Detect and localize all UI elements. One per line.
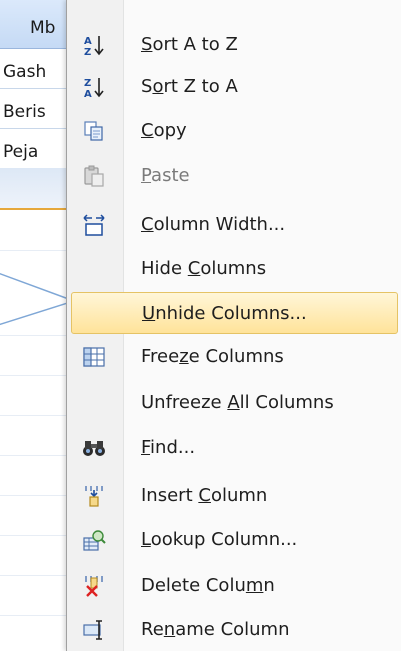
- grid-line: [0, 335, 75, 336]
- insert-column-icon: [82, 484, 106, 508]
- column-width-icon: [82, 213, 106, 237]
- menu-item-copy[interactable]: Copy: [71, 110, 398, 152]
- menu-item-label: Insert Column: [141, 485, 268, 506]
- delete-column-icon: [82, 574, 106, 598]
- menu-item-column-width[interactable]: Column Width...: [71, 204, 398, 246]
- paste-icon: [82, 164, 106, 188]
- menu-item-label: Rename Column: [141, 619, 290, 640]
- grid-line: [0, 495, 75, 496]
- menu-item-sort-a-to-z[interactable]: A Z Sort A to Z: [71, 24, 398, 66]
- menu-item-delete-column[interactable]: Delete Column: [71, 565, 398, 607]
- menu-item-sort-z-to-a[interactable]: Z A Sort Z to A: [71, 66, 398, 108]
- rename-column-icon: [82, 618, 106, 642]
- grid-line: [0, 615, 75, 616]
- sort-z-to-a-icon: Z A: [82, 75, 106, 100]
- menu-item-freeze-columns[interactable]: Freeze Columns: [71, 336, 398, 378]
- grid-line: [0, 415, 75, 416]
- menu-item-label: Freeze Columns: [141, 346, 284, 367]
- svg-text:A: A: [84, 89, 92, 99]
- menu-item-label: Hide Columns: [141, 258, 267, 279]
- menu-item-label: Lookup Column...: [141, 529, 298, 550]
- menu-item-label: Sort A to Z: [141, 34, 238, 55]
- grid-line: [0, 575, 75, 576]
- cell-text: Gash: [3, 62, 47, 82]
- freeze-columns-icon: [82, 345, 106, 369]
- svg-text:Z: Z: [84, 78, 91, 89]
- menu-item-label: Delete Column: [141, 575, 275, 596]
- menu-item-label: Column Width...: [141, 214, 286, 235]
- sort-a-to-z-icon: A Z: [82, 33, 106, 58]
- menu-item-unhide-columns[interactable]: Unhide Columns...: [71, 292, 398, 334]
- cell-text: Beris: [3, 102, 46, 122]
- menu-item-hide-columns[interactable]: Hide Columns: [71, 248, 398, 290]
- menu-item-label: Paste: [141, 165, 190, 186]
- column-header-label: Mb: [30, 18, 56, 38]
- menu-item-paste[interactable]: Paste: [71, 155, 398, 197]
- svg-text:Z: Z: [84, 47, 91, 57]
- grid-line: [0, 455, 75, 456]
- menu-item-label: Unfreeze All Columns: [141, 392, 334, 413]
- menu-item-label: Unhide Columns...: [142, 303, 307, 324]
- cell-text: Peja: [3, 142, 39, 162]
- menu-item-label: Find...: [141, 437, 196, 458]
- context-menu: A Z Sort A to Z Z A Sort Z to A Copy Pas…: [66, 0, 401, 651]
- copy-icon: [82, 119, 106, 143]
- menu-item-rename-column[interactable]: Rename Column: [71, 609, 398, 651]
- lookup-column-icon: [82, 528, 106, 552]
- svg-text:A: A: [84, 36, 92, 47]
- menu-item-find[interactable]: Find...: [71, 427, 398, 469]
- menu-item-lookup-column[interactable]: Lookup Column...: [71, 519, 398, 561]
- menu-item-unfreeze-all-columns[interactable]: Unfreeze All Columns: [71, 382, 398, 424]
- binoculars-icon: [82, 436, 106, 460]
- menu-item-label: Copy: [141, 120, 187, 141]
- grid-line: [0, 250, 75, 251]
- grid-line: [0, 535, 75, 536]
- menu-item-insert-column[interactable]: Insert Column: [71, 475, 398, 517]
- menu-item-label: Sort Z to A: [141, 76, 238, 97]
- grid-line: [0, 375, 75, 376]
